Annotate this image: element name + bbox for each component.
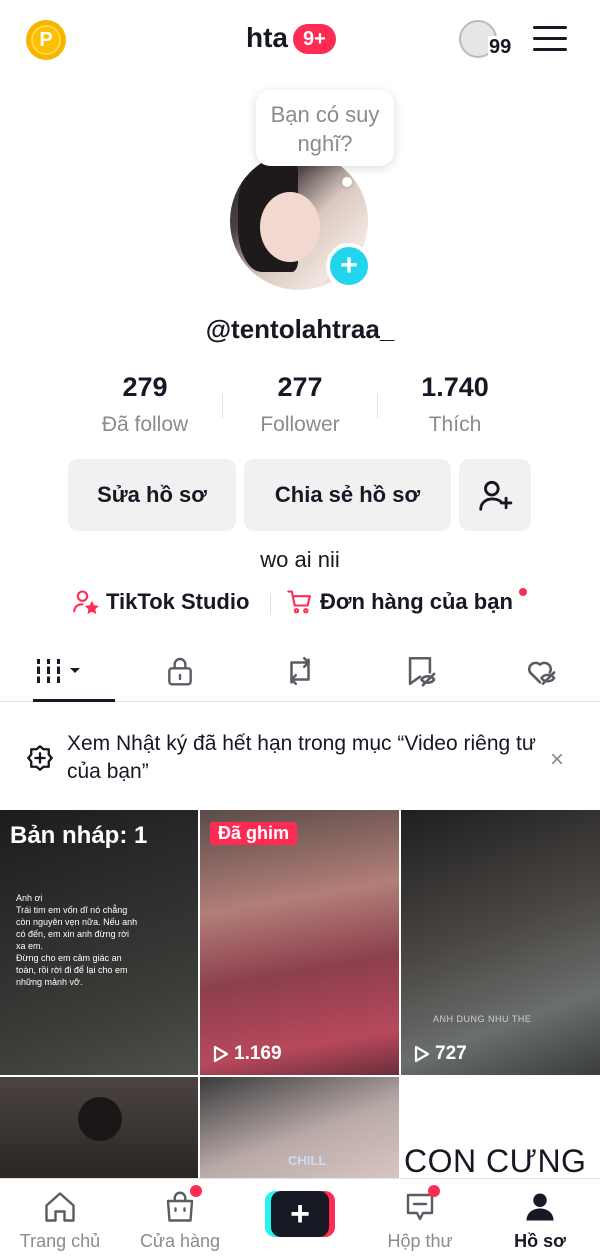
create-icon: + bbox=[265, 1191, 335, 1237]
stat-value: 277 bbox=[277, 372, 323, 402]
thought-bubble-tail bbox=[342, 177, 352, 187]
thought-bubble[interactable]: Bạn có suy nghĩ? bbox=[256, 90, 394, 166]
bio: wo ai nii bbox=[260, 547, 340, 572]
home-icon bbox=[45, 1192, 75, 1222]
notification-dot bbox=[190, 1185, 202, 1197]
video-grid: Bản nháp: 1 Anh ơi Trái tim em vốn dĩ nó… bbox=[0, 810, 600, 1180]
orders-notification-dot bbox=[519, 588, 527, 596]
nav-shop[interactable]: Cửa hàng bbox=[120, 1179, 240, 1258]
tiktok-studio-link[interactable]: TikTok Studio bbox=[72, 588, 249, 616]
view-count-value: 727 bbox=[435, 1043, 467, 1064]
tab-reposts[interactable] bbox=[240, 640, 360, 701]
nav-label: Cửa hàng bbox=[139, 1231, 221, 1251]
tab-favorites[interactable] bbox=[360, 640, 480, 701]
stat-followers[interactable]: 277 Follower bbox=[223, 372, 377, 442]
studio-label: TikTok Studio bbox=[106, 589, 250, 614]
notice-text: Xem Nhật ký đã hết hạn trong mục “Video … bbox=[67, 732, 536, 783]
play-icon bbox=[213, 1045, 229, 1063]
friends-button[interactable]: 99 bbox=[459, 20, 513, 60]
top-bar: P hta 9+ 99 bbox=[0, 0, 600, 80]
video-caption: CHILL bbox=[288, 1153, 327, 1168]
stat-likes[interactable]: 1.740 Thích bbox=[378, 372, 532, 442]
video-caption: CON CƯNG bbox=[404, 1143, 587, 1179]
nav-inbox[interactable]: Hộp thư bbox=[360, 1179, 480, 1258]
coin-icon[interactable]: P bbox=[26, 20, 66, 60]
nav-label: Hồ sơ bbox=[514, 1231, 566, 1251]
nav-label: Hộp thư bbox=[387, 1231, 453, 1251]
video-caption: Anh ơi Trái tim em vốn dĩ nó chẳng còn n… bbox=[16, 893, 138, 987]
view-count: 1.169 bbox=[210, 1043, 282, 1065]
coin-letter: P bbox=[31, 25, 61, 55]
stat-label: Thích bbox=[428, 413, 482, 436]
pinned-badge: Đã ghim bbox=[210, 822, 298, 845]
liked-hidden-icon bbox=[528, 661, 556, 685]
account-switcher[interactable]: hta bbox=[246, 22, 288, 54]
lock-icon bbox=[168, 657, 192, 686]
draft-label: Bản nháp: 1 bbox=[10, 822, 148, 849]
video-tile[interactable] bbox=[0, 1077, 198, 1180]
stat-following[interactable]: 279 Đã follow bbox=[68, 372, 222, 442]
stat-value: 1.740 bbox=[421, 372, 489, 402]
grid-icon bbox=[35, 658, 80, 683]
tab-liked[interactable] bbox=[480, 640, 600, 701]
video-tile[interactable]: ANH DUNG NHU THE 727 bbox=[401, 810, 600, 1075]
edit-profile-button[interactable]: Sửa hồ sơ bbox=[68, 459, 236, 531]
tab-videos[interactable] bbox=[0, 640, 120, 702]
diary-notice[interactable]: Xem Nhật ký đã hết hạn trong mục “Video … bbox=[0, 703, 600, 809]
profile-handle: @tentolahtraa_ bbox=[205, 314, 395, 344]
video-tile[interactable]: CHILL bbox=[200, 1077, 399, 1180]
stat-value: 279 bbox=[122, 372, 168, 402]
orders-label: Đơn hàng của bạn bbox=[320, 589, 513, 614]
content-tabs bbox=[0, 640, 600, 702]
notification-dot bbox=[428, 1185, 440, 1197]
diary-icon bbox=[27, 745, 53, 771]
tab-private[interactable] bbox=[120, 640, 240, 701]
bottom-nav: Trang chủ Cửa hàng + Hộp thư Hồ sơ bbox=[0, 1178, 600, 1258]
studio-icon bbox=[73, 590, 99, 614]
profile-links: TikTok Studio Đơn hàng của bạn bbox=[0, 588, 600, 620]
repost-icon bbox=[290, 656, 310, 685]
create-symbol: + bbox=[271, 1191, 329, 1237]
notification-badge: 9+ bbox=[293, 24, 336, 54]
add-user-icon bbox=[479, 480, 513, 511]
menu-icon[interactable] bbox=[533, 26, 567, 52]
bookmark-hidden-icon bbox=[408, 656, 436, 686]
divider bbox=[270, 593, 271, 615]
nav-create[interactable]: + bbox=[240, 1179, 360, 1258]
cart-icon bbox=[287, 590, 311, 614]
play-icon bbox=[414, 1045, 430, 1063]
add-friend-button[interactable] bbox=[459, 459, 531, 531]
share-profile-button[interactable]: Chia sẻ hồ sơ bbox=[244, 459, 451, 531]
video-tile-draft[interactable]: Bản nháp: 1 Anh ơi Trái tim em vốn dĩ nó… bbox=[0, 810, 198, 1075]
add-story-button[interactable]: + bbox=[326, 243, 372, 289]
profile-stats: 279 Đã follow 277 Follower 1.740 Thích bbox=[68, 372, 532, 442]
video-tile-pinned[interactable]: Đã ghim 1.169 bbox=[200, 810, 399, 1075]
profile-icon bbox=[526, 1193, 554, 1221]
video-thumbnail-shape bbox=[78, 1097, 122, 1141]
view-count: 727 bbox=[411, 1043, 467, 1065]
orders-link[interactable]: Đơn hàng của bạn bbox=[286, 588, 513, 616]
nav-home[interactable]: Trang chủ bbox=[0, 1179, 120, 1258]
friends-count: 99 bbox=[488, 36, 513, 59]
nav-label: Trang chủ bbox=[19, 1231, 101, 1251]
close-icon[interactable]: × bbox=[550, 746, 564, 774]
video-caption: ANH DUNG NHU THE bbox=[433, 1014, 532, 1024]
video-tile[interactable]: CON CƯNG bbox=[401, 1077, 600, 1180]
nav-profile[interactable]: Hồ sơ bbox=[480, 1179, 600, 1258]
view-count-value: 1.169 bbox=[234, 1043, 282, 1064]
avatar-face bbox=[260, 192, 320, 262]
stat-label: Đã follow bbox=[101, 413, 189, 436]
stat-label: Follower bbox=[260, 413, 340, 436]
